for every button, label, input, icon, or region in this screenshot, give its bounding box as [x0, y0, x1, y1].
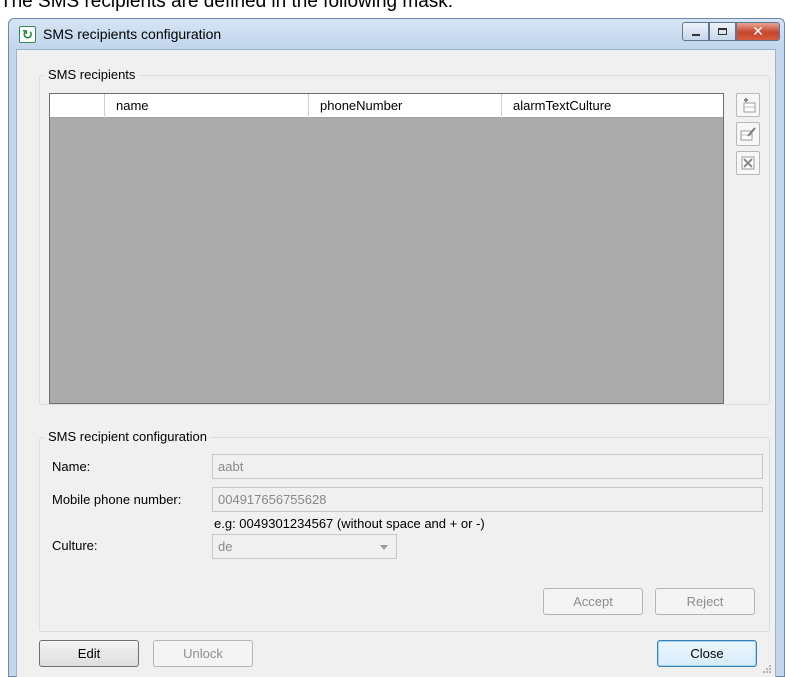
- edit-row-icon: [740, 127, 756, 141]
- maximize-button[interactable]: [709, 22, 736, 41]
- name-label: Name:: [52, 459, 91, 474]
- document-text: The SMS recipients are defined in the fo…: [0, 0, 454, 12]
- culture-label: Culture:: [52, 538, 98, 553]
- delete-recipient-button[interactable]: [736, 151, 760, 175]
- phone-label: Mobile phone number:: [52, 492, 182, 507]
- culture-dropdown[interactable]: de: [212, 534, 397, 559]
- recipients-grid[interactable]: name phoneNumber alarmTextCulture: [49, 93, 724, 404]
- culture-value: de: [218, 539, 233, 554]
- column-header-phonenumber[interactable]: phoneNumber: [309, 94, 502, 118]
- row-header-corner[interactable]: [50, 94, 105, 118]
- phone-hint: e.g: 0049301234567 (without space and + …: [214, 516, 485, 531]
- window-controls: ✕: [682, 22, 780, 42]
- column-header-name[interactable]: name: [105, 94, 309, 118]
- name-field[interactable]: aabt: [212, 454, 763, 479]
- minimize-icon: [691, 33, 700, 36]
- recipients-group-legend: SMS recipients: [45, 67, 139, 82]
- phone-field[interactable]: 004917656755628: [212, 487, 763, 512]
- dialog-client-area: SMS recipients name phoneNumber alarmTex…: [16, 49, 776, 677]
- add-recipient-button[interactable]: [736, 93, 760, 117]
- title-bar[interactable]: ↻ SMS recipients configuration ✕: [9, 19, 784, 49]
- chevron-down-icon: [380, 545, 388, 550]
- edit-recipient-button[interactable]: [736, 122, 760, 146]
- column-header-alarmtextculture[interactable]: alarmTextCulture: [502, 94, 723, 118]
- grid-header: name phoneNumber alarmTextCulture: [50, 94, 723, 118]
- accept-button[interactable]: Accept: [543, 588, 643, 615]
- reject-button[interactable]: Reject: [655, 588, 755, 615]
- config-group-legend: SMS recipient configuration: [45, 429, 210, 444]
- close-button[interactable]: Close: [657, 640, 757, 667]
- add-row-icon: [743, 98, 756, 113]
- delete-row-icon: [741, 156, 755, 170]
- close-window-button[interactable]: ✕: [736, 22, 780, 41]
- minimize-button[interactable]: [682, 22, 709, 41]
- unlock-button[interactable]: Unlock: [153, 640, 253, 667]
- close-icon: ✕: [752, 23, 764, 39]
- resize-grip-icon[interactable]: [762, 664, 772, 674]
- app-logo-icon: ↻: [19, 26, 36, 43]
- dialog-window: ↻ SMS recipients configuration ✕ SMS rec…: [8, 18, 785, 677]
- window-title: SMS recipients configuration: [43, 26, 222, 42]
- maximize-icon: [718, 28, 727, 35]
- edit-button[interactable]: Edit: [39, 640, 139, 667]
